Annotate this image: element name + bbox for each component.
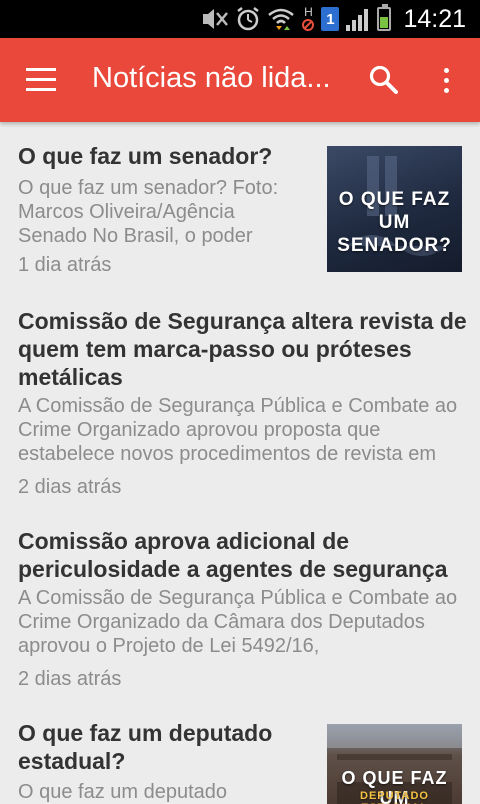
app-bar: Notícias não lida... [0,38,480,122]
article-title: Comissão aprova adicional de periculosid… [18,528,448,582]
notification-1-icon: 1 [321,7,340,31]
article-thumbnail: O QUE FAZ UM DEPUTADO ESTADUAL [327,724,462,804]
page-title: Notícias não lida... [92,62,331,94]
cell-signal-icon [345,7,371,31]
battery-icon [377,4,392,31]
menu-icon[interactable] [26,68,56,92]
article-thumbnail: O QUE FAZ UM SENADOR? [327,146,462,272]
mute-icon [201,8,229,30]
article-date: 2 dias atrás [18,476,122,498]
list-item[interactable]: O que faz um senador? O que faz um senad… [0,122,480,294]
more-options-icon[interactable] [436,66,456,96]
wifi-icon [267,7,295,31]
h-signal-icon: H [301,6,315,32]
status-bar: H 1 14:21 [0,0,480,38]
list-item[interactable]: O que faz um deputado estadual? O que fa… [0,700,480,804]
article-title: Comissão de Segurança altera revista de … [18,308,467,390]
thumbnail-subcaption: DEPUTADO ESTADUAL [360,790,429,804]
search-icon[interactable] [368,64,400,96]
article-snippet: A Comissão de Segurança Pública e Combat… [18,395,458,465]
article-snippet: A Comissão de Segurança Pública e Combat… [18,587,458,657]
article-snippet: O que faz um deputado [18,781,228,803]
list-item[interactable]: Comissão de Segurança altera revista de … [0,294,480,506]
thumbnail-caption: O QUE FAZ UM SENADOR? [337,189,452,256]
article-date: 1 dia atrás [18,254,112,276]
article-title: O que faz um senador? [18,143,273,169]
status-time: 14:21 [403,4,466,33]
article-snippet: O que faz um senador? Foto: Marcos Olive… [18,177,279,247]
alarm-icon [235,6,261,32]
list-item[interactable]: Comissão aprova adicional de periculosid… [0,508,480,698]
article-date: 2 dias atrás [18,668,122,690]
status-icons: H 1 14:21 [201,0,480,38]
article-title: O que faz um deputado estadual? [18,720,273,774]
